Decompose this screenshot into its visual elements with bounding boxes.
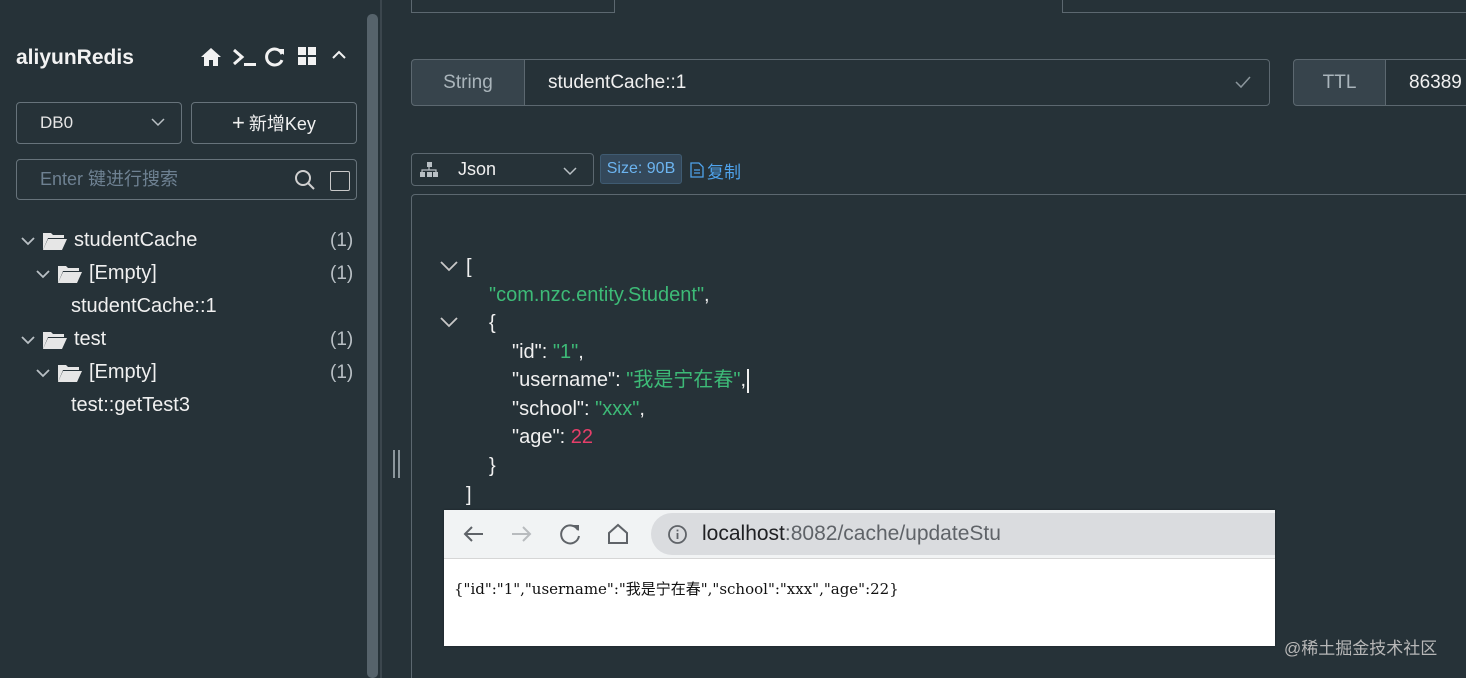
code-string-value: "1"	[552, 341, 579, 363]
key-search-input[interactable]	[17, 160, 287, 199]
code-open-brace: {	[489, 312, 496, 334]
tree-folder-test[interactable]: test	[20, 323, 106, 356]
code-key: "username"	[512, 369, 616, 391]
ttl-value: 86389	[1409, 71, 1462, 93]
tree-count: (1)	[330, 263, 354, 284]
refresh-icon[interactable]	[264, 46, 286, 70]
tree-count: (1)	[330, 329, 354, 350]
key-search-box	[16, 159, 357, 200]
tree-folder-studentcache[interactable]: studentCache	[20, 224, 197, 257]
tab-right[interactable]	[1062, 0, 1466, 13]
key-type-label: String	[411, 59, 525, 106]
code-line-class: "com.nzc.entity.Student",	[489, 284, 710, 306]
connection-toolbar	[200, 46, 350, 70]
watermark: @稀土掘金技术社区	[1284, 639, 1438, 658]
tree-label: studentCache	[74, 229, 198, 251]
browser-toolbar: localhost:8082/cache/updateStu	[444, 510, 1275, 559]
tree-key-test-gettest3[interactable]: test::getTest3	[71, 389, 190, 422]
info-icon[interactable]	[667, 524, 688, 545]
tree-key-studentcache-1[interactable]: studentCache::1	[71, 290, 217, 323]
tree-label: [Empty]	[89, 262, 157, 284]
format-select[interactable]: Json	[411, 153, 594, 186]
sidebar-scrollbar[interactable]	[367, 14, 378, 678]
copy-label: 复制	[707, 162, 741, 182]
terminal-icon[interactable]	[232, 46, 256, 70]
add-key-button[interactable]: + 新增Key	[191, 102, 357, 144]
resize-handle[interactable]	[393, 450, 400, 478]
chevron-down-icon[interactable]	[20, 233, 36, 249]
code-key: "age"	[512, 426, 560, 448]
sidebar: aliyunRedis DB0 + 新增Key Enter 键进行搜索 stud…	[0, 0, 366, 678]
ttl-input[interactable]: 86389	[1385, 59, 1466, 106]
tree-count: (1)	[330, 230, 354, 251]
db-select[interactable]: DB0	[16, 102, 182, 144]
url-path: :8082/cache/updateStu	[784, 522, 1001, 545]
check-icon[interactable]	[1235, 75, 1251, 89]
code-open-bracket: [	[466, 256, 472, 278]
address-bar[interactable]: localhost:8082/cache/updateStu	[651, 513, 1275, 555]
code-close-brace: }	[489, 455, 496, 477]
folder-open-icon	[43, 232, 67, 250]
grid-icon[interactable]	[296, 46, 318, 70]
plus-icon: +	[232, 110, 245, 135]
tree-label: studentCache::1	[71, 295, 217, 317]
home-icon[interactable]	[605, 521, 631, 547]
fold-chevron-icon[interactable]	[440, 259, 458, 273]
code-string-value: "我是宁在春"	[626, 369, 741, 391]
folder-open-icon	[43, 331, 67, 349]
format-select-value: Json	[458, 159, 497, 179]
chevron-up-icon[interactable]	[328, 46, 350, 70]
code-close-bracket: ]	[466, 484, 472, 506]
chevron-down-icon	[563, 167, 577, 176]
home-icon[interactable]	[200, 46, 222, 70]
connection-title: aliyunRedis	[16, 46, 134, 69]
ttl-label: TTL	[1293, 59, 1386, 106]
pane-divider	[380, 0, 382, 678]
sitemap-icon	[420, 161, 438, 177]
back-arrow-icon[interactable]	[461, 521, 487, 547]
key-name-value: studentCache::1	[548, 71, 687, 93]
code-key: "id"	[512, 341, 542, 363]
response-body: {"id":"1","username":"我是宁在春","school":"x…	[454, 580, 899, 598]
tree-folder-empty[interactable]: [Empty]	[35, 356, 157, 389]
db-select-value: DB0	[40, 113, 74, 132]
exact-search-checkbox[interactable]	[330, 171, 350, 191]
tree-folder-empty[interactable]: [Empty]	[35, 257, 157, 290]
size-badge: Size: 90B	[600, 154, 682, 184]
fold-chevron-icon[interactable]	[440, 315, 458, 329]
tree-count: (1)	[330, 362, 354, 383]
document-icon	[690, 162, 704, 178]
url-text: localhost:8082/cache/updateStu	[702, 522, 1001, 546]
code-number-value: 22	[570, 426, 593, 448]
tab-left[interactable]	[411, 0, 615, 13]
browser-window: localhost:8082/cache/updateStu {"id":"1"…	[444, 510, 1275, 646]
copy-button[interactable]: 复制	[690, 156, 741, 184]
key-name-input[interactable]: studentCache::1	[524, 59, 1270, 106]
chevron-down-icon[interactable]	[35, 266, 51, 282]
code-line-age: "age": 22	[512, 426, 593, 448]
search-icon[interactable]	[294, 169, 316, 191]
chevron-down-icon[interactable]	[20, 332, 36, 348]
folder-open-icon	[58, 265, 82, 283]
tree-label: test	[74, 328, 107, 350]
chevron-down-icon	[151, 118, 165, 127]
code-key: "school"	[512, 398, 585, 420]
add-key-label: 新增Key	[248, 114, 316, 134]
code-string-value: "xxx"	[595, 398, 640, 420]
tree-label: [Empty]	[89, 361, 157, 383]
code-class-string: "com.nzc.entity.Student"	[489, 284, 705, 306]
code-line-school: "school": "xxx",	[512, 398, 645, 420]
url-host: localhost	[702, 522, 785, 545]
code-line-id: "id": "1",	[512, 341, 584, 363]
tree-label: test::getTest3	[71, 394, 190, 416]
folder-open-icon	[58, 364, 82, 382]
reload-icon[interactable]	[557, 521, 583, 547]
text-cursor	[747, 368, 750, 393]
chevron-down-icon[interactable]	[35, 365, 51, 381]
code-line-username: "username": "我是宁在春",	[512, 366, 750, 394]
forward-arrow-icon[interactable]	[508, 521, 534, 547]
